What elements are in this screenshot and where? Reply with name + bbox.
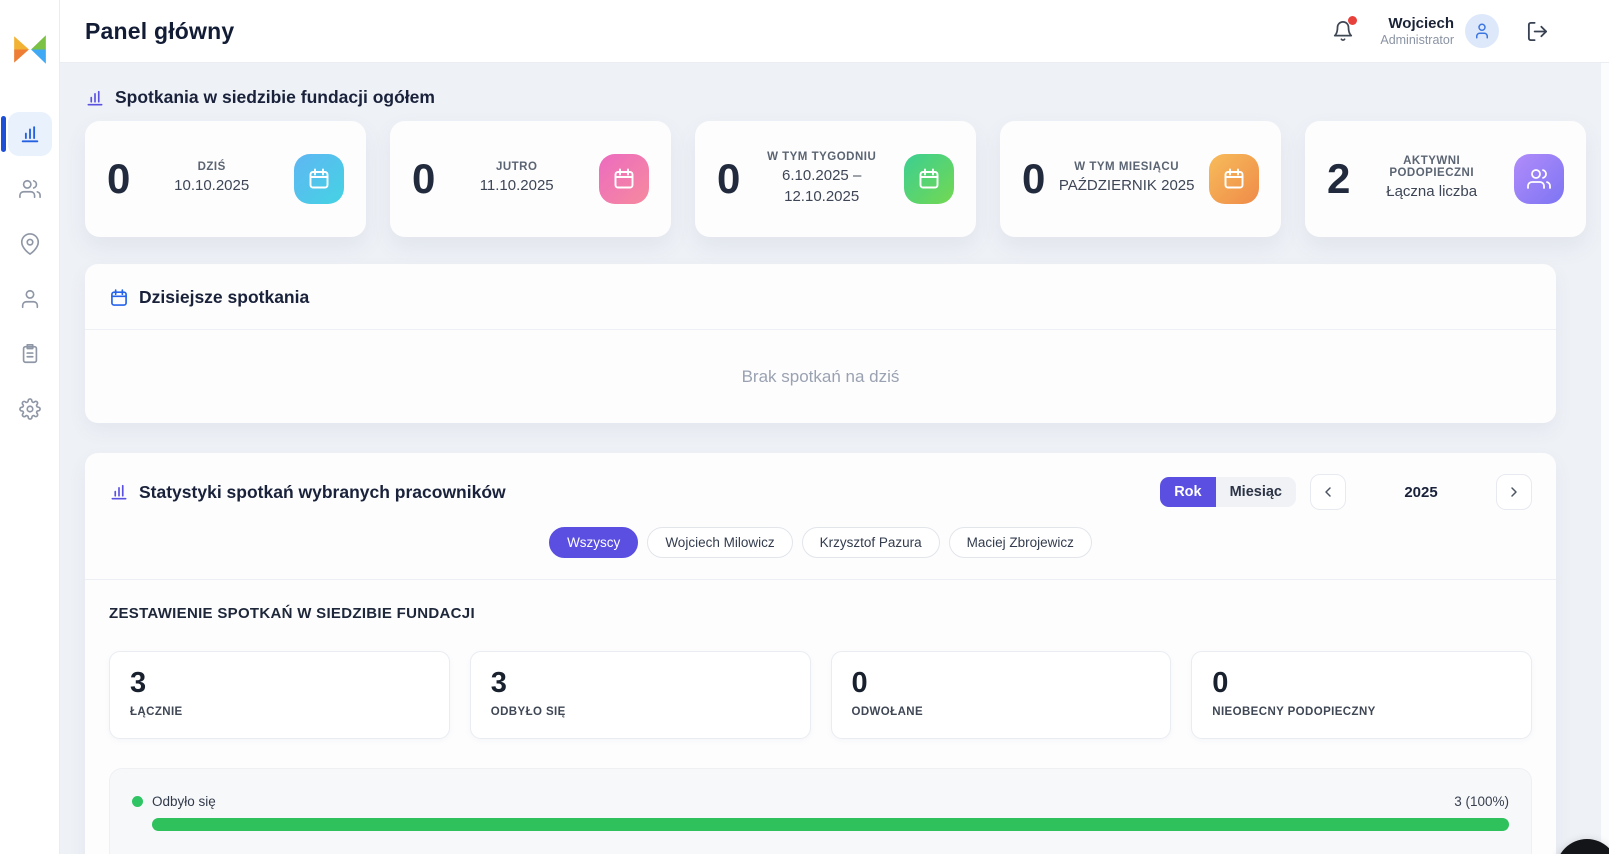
- filter-all-button[interactable]: Wszyscy: [549, 527, 639, 558]
- page-title: Panel główny: [85, 17, 235, 44]
- period-label: 2025: [1404, 483, 1438, 501]
- statistics-card: Statystyki spotkań wybranych pracowników…: [85, 453, 1556, 854]
- sidebar-item-users[interactable]: [8, 167, 52, 211]
- main-content: Spotkania w siedzibie fundacji ogółem 0 …: [60, 63, 1609, 854]
- empty-state-message: Brak spotkań na dziś: [741, 366, 900, 386]
- sidebar-nav: [0, 112, 52, 431]
- stat-value: 0: [717, 155, 740, 202]
- stat-sublabel: Łączna liczba: [1386, 183, 1478, 201]
- scrollbar[interactable]: [1601, 63, 1609, 854]
- stat-card-this-week: 0 W TYM TYGODNIU 6.10.2025 – 12.10.2025: [695, 121, 976, 237]
- summary-value: 3: [490, 667, 507, 699]
- meetings-section-title: Spotkania w siedzibie fundacji ogółem: [115, 87, 435, 107]
- summary-label: ODBYŁO SIĘ: [490, 706, 566, 718]
- user-role: Administrator: [1380, 32, 1454, 47]
- meetings-cards-row: 0 DZIŚ 10.10.2025 0 JUTRO 11.10.2025 0 W…: [85, 121, 1586, 237]
- filter-employee-button[interactable]: Krzysztof Pazura: [801, 527, 940, 558]
- statistics-title: Statystyki spotkań wybranych pracowników: [139, 481, 506, 502]
- stat-value: 2: [1327, 155, 1350, 202]
- user-name: Wojciech: [1388, 14, 1454, 32]
- filter-employee-button[interactable]: Wojciech Milowicz: [647, 527, 793, 558]
- sidebar-item-tasks[interactable]: [8, 332, 52, 376]
- summary-card-absent: 0 NIEOBECNY PODOPIECZNY: [1191, 651, 1532, 739]
- map-pin-icon: [19, 233, 41, 255]
- sidebar: [0, 0, 60, 854]
- stat-sublabel: 10.10.2025: [174, 177, 250, 195]
- summary-card-held: 3 ODBYŁO SIĘ: [469, 651, 811, 739]
- stat-value: 0: [107, 155, 130, 202]
- employee-filter-row: Wszyscy Wojciech Milowicz Krzysztof Pazu…: [85, 527, 1556, 558]
- summary-cards-row: 3 ŁĄCZNIE 3 ODBYŁO SIĘ 0 ODWOŁANE 0 NIEO…: [109, 651, 1532, 739]
- notification-dot: [1348, 16, 1358, 25]
- bar-chart-icon: [85, 88, 105, 108]
- calendar-icon: [1209, 154, 1259, 204]
- summary-label: ODWOŁANE: [851, 706, 924, 718]
- status-dot-green: [132, 796, 143, 807]
- stat-value: 0: [412, 155, 435, 202]
- calendar-icon: [599, 154, 649, 204]
- bar-chart-icon: [19, 123, 41, 145]
- filter-employee-button[interactable]: Maciej Zbrojewicz: [948, 527, 1092, 558]
- period-toggle: Rok Miesiąc: [1160, 477, 1296, 507]
- progress-value: 3 (100%): [1454, 794, 1509, 809]
- sidebar-item-settings[interactable]: [8, 387, 52, 431]
- user-icon: [1473, 22, 1491, 40]
- bar-chart-icon: [109, 482, 129, 502]
- gear-icon: [18, 398, 41, 420]
- stat-label: JUTRO: [495, 161, 538, 174]
- stat-label: DZIŚ: [197, 161, 226, 174]
- stat-card-tomorrow: 0 JUTRO 11.10.2025: [390, 121, 671, 237]
- summary-value: 0: [1212, 667, 1229, 699]
- logout-button[interactable]: [1526, 20, 1549, 43]
- meetings-section-header: Spotkania w siedzibie fundacji ogółem: [85, 87, 1586, 108]
- stat-sublabel: 11.10.2025: [479, 177, 554, 195]
- stat-card-today: 0 DZIŚ 10.10.2025: [85, 121, 366, 237]
- stat-sublabel: PAŹDZIERNIK 2025: [1058, 177, 1195, 195]
- notifications-button[interactable]: [1332, 16, 1358, 42]
- logout-icon: [1526, 20, 1549, 43]
- stat-value: 0: [1022, 155, 1045, 202]
- avatar[interactable]: [1465, 14, 1499, 48]
- stat-label: W TYM TYGODNIU: [767, 151, 877, 164]
- summary-card-cancelled: 0 ODWOŁANE: [830, 651, 1172, 739]
- summary-label: ŁĄCZNIE: [130, 706, 183, 718]
- summary-card-total: 3 ŁĄCZNIE: [109, 651, 450, 739]
- stat-card-active-wards: 2 AKTYWNI PODOPIECZNI Łączna liczba: [1305, 121, 1586, 237]
- sidebar-item-locations[interactable]: [8, 222, 52, 266]
- stat-card-this-month: 0 W TYM MIESIĄCU PAŹDZIERNIK 2025: [1000, 121, 1281, 237]
- progress-bar: [152, 818, 1509, 831]
- stat-label: W TYM MIESIĄCU: [1074, 161, 1180, 174]
- users-icon: [1514, 154, 1564, 204]
- today-meetings-title: Dzisiejsze spotkania: [139, 287, 310, 307]
- next-period-button[interactable]: [1496, 474, 1532, 510]
- chevron-left-icon: [1320, 484, 1336, 500]
- calendar-icon: [109, 288, 129, 308]
- toggle-year-button[interactable]: Rok: [1160, 477, 1216, 507]
- calendar-icon: [904, 154, 954, 204]
- summary-value: 0: [851, 667, 868, 699]
- chevron-right-icon: [1506, 484, 1522, 500]
- summary-title: ZESTAWIENIE SPOTKAŃ W SIEDZIBIE FUNDACJI: [109, 605, 475, 622]
- app-logo[interactable]: [11, 30, 49, 70]
- clipboard-icon: [19, 343, 41, 365]
- sidebar-item-dashboard[interactable]: [0, 112, 52, 156]
- toggle-month-button[interactable]: Miesiąc: [1215, 477, 1296, 507]
- sidebar-item-profile[interactable]: [8, 277, 52, 321]
- progress-panel: Odbyło się 3 (100%): [109, 768, 1532, 854]
- summary-label: NIEOBECNY PODOPIECZNY: [1212, 706, 1376, 718]
- users-icon: [18, 178, 41, 200]
- progress-label: Odbyło się: [152, 794, 216, 809]
- user-info: Wojciech Administrator: [1380, 15, 1454, 48]
- previous-period-button[interactable]: [1310, 474, 1346, 510]
- user-icon: [19, 288, 41, 310]
- stat-label: AKTYWNI PODOPIECZNI: [1389, 155, 1475, 180]
- progress-bar-track: [152, 818, 1509, 831]
- summary-value: 3: [130, 667, 147, 699]
- topbar: Panel główny Wojciech Administrator: [60, 0, 1609, 63]
- today-meetings-card: Dzisiejsze spotkania Brak spotkań na dzi…: [85, 264, 1556, 423]
- stat-sublabel: 6.10.2025 – 12.10.2025: [782, 167, 862, 205]
- calendar-icon: [294, 154, 344, 204]
